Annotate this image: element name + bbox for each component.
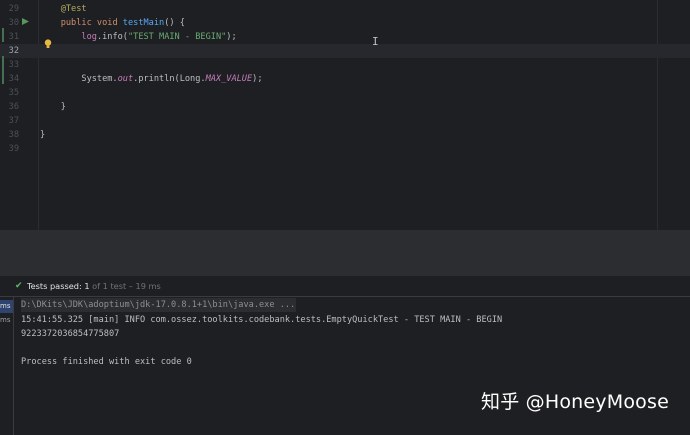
code-line[interactable]: 37 <box>0 114 690 128</box>
console-command-line[interactable]: D:\DKits\JDK\adoptium\jdk-17.0.8.1+1\bin… <box>21 298 297 312</box>
code-line[interactable]: 33 <box>0 58 690 72</box>
code-token: "TEST MAIN - BEGIN" <box>127 32 227 42</box>
code-token: MAX_VALUE <box>205 74 253 84</box>
line-number: 37 <box>8 116 19 126</box>
status-detail: of 1 test – 19 ms <box>89 281 161 291</box>
test-tree-item[interactable]: ms <box>0 300 13 313</box>
code-token: .info( <box>96 32 128 42</box>
panel-splitter[interactable] <box>0 230 690 276</box>
console-exit-line: Process finished with exit code 0 <box>21 357 192 367</box>
change-marker <box>2 28 4 42</box>
run-test-icon[interactable] <box>21 17 29 25</box>
line-code[interactable]: } <box>40 100 66 114</box>
code-editor[interactable]: 29 @Test 30 public void testMain() {31 lo… <box>0 0 690 230</box>
code-token: public void <box>60 18 123 28</box>
code-token: @Test <box>60 4 87 14</box>
check-icon: ✔ <box>15 281 23 291</box>
code-token: } <box>40 102 66 112</box>
code-line[interactable]: 39 <box>0 142 690 156</box>
code-line[interactable]: 34 System.out.println(Long.MAX_VALUE); <box>0 72 690 86</box>
line-code[interactable]: log.info("TEST MAIN - BEGIN"); <box>40 30 237 44</box>
code-line[interactable]: 38} <box>0 128 690 142</box>
code-line[interactable]: 31 log.info("TEST MAIN - BEGIN"); <box>0 30 690 44</box>
console-log-line: 15:41:55.325 [main] INFO com.ossez.toolk… <box>21 315 503 325</box>
line-code[interactable]: @Test <box>40 2 87 16</box>
code-token: () { <box>164 18 185 28</box>
line-code[interactable]: public void testMain() { <box>40 16 185 30</box>
line-number: 38 <box>8 130 19 140</box>
intention-bulb-icon[interactable] <box>44 34 52 48</box>
code-token: out <box>117 74 134 84</box>
test-status-text: Tests passed: 1 of 1 test – 19 ms <box>27 276 161 296</box>
code-token: ); <box>252 74 263 84</box>
code-line[interactable]: 29 @Test <box>0 2 690 16</box>
line-code[interactable]: } <box>40 128 45 142</box>
code-line[interactable]: 32 <box>0 44 690 58</box>
code-token: ); <box>226 32 237 42</box>
code-line[interactable]: 36 } <box>0 100 690 114</box>
line-number: 29 <box>8 4 19 14</box>
code-line[interactable]: 30 public void testMain() { <box>0 16 690 30</box>
console-output-line: 9223372036854775807 <box>21 329 120 339</box>
line-code[interactable]: System.out.println(Long.MAX_VALUE); <box>40 72 263 86</box>
test-status-bar: ✔ Tests passed: 1 of 1 test – 19 ms <box>0 276 690 297</box>
test-tree-strip[interactable]: ms ms <box>0 297 14 435</box>
line-number: 39 <box>8 144 19 154</box>
code-token: } <box>40 130 46 140</box>
code-token: testMain <box>122 18 165 28</box>
status-label: Tests passed: <box>27 281 85 291</box>
code-line[interactable]: 35 <box>0 86 690 100</box>
code-token: log <box>81 32 97 42</box>
text-cursor-icon: I <box>372 35 379 48</box>
test-tree-item[interactable]: ms <box>0 314 13 327</box>
change-marker <box>2 56 4 84</box>
line-number: 36 <box>8 102 19 112</box>
line-number: 35 <box>8 88 19 98</box>
code-token: .println(Long. <box>133 74 206 84</box>
code-token: System. <box>40 74 118 84</box>
watermark: 知乎 @HoneyMoose <box>481 391 669 413</box>
